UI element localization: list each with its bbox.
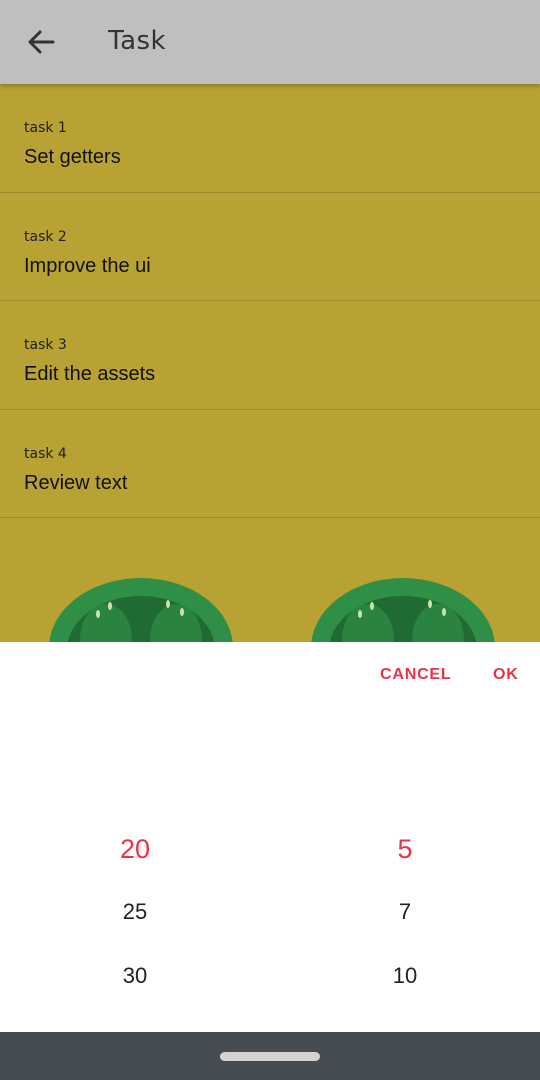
picker-sheet: CANCEL OK 20 25 30 5 7 10 [0, 642, 540, 1032]
task-label: task 4 [24, 445, 67, 462]
task-item[interactable]: task 2 Improve the ui [0, 193, 540, 301]
picker-option[interactable]: 7 [270, 899, 540, 964]
task-item[interactable]: task 3 Edit the assets [0, 301, 540, 410]
picker-option[interactable]: 25 [0, 899, 270, 964]
task-list: task 1 Set getters task 2 Improve the ui… [0, 84, 540, 518]
task-item[interactable]: task 1 Set getters [0, 84, 540, 193]
picker-option[interactable]: 20 [0, 834, 270, 899]
page-title: Task [108, 26, 167, 56]
task-text: Review text [24, 471, 128, 494]
tomato-illustrations [0, 518, 540, 642]
picker-column-right[interactable]: 5 7 10 [270, 834, 540, 1028]
cancel-button[interactable]: CANCEL [380, 666, 451, 684]
picker-option[interactable]: 10 [270, 963, 540, 1028]
task-label: task 1 [24, 120, 67, 136]
tomato-illustration [49, 578, 233, 642]
task-text: Set getters [24, 146, 121, 168]
task-text: Edit the assets [24, 363, 156, 385]
task-label: task 2 [24, 228, 67, 245]
app-bar: Task [0, 0, 540, 84]
tomato-illustration [311, 578, 495, 642]
task-label: task 3 [24, 337, 67, 353]
task-item[interactable]: task 4 Review text [0, 410, 540, 518]
ok-button[interactable]: OK [493, 666, 519, 684]
system-nav-bar [0, 1032, 540, 1080]
home-handle[interactable] [220, 1052, 320, 1061]
back-button[interactable] [18, 20, 64, 64]
task-text: Improve the ui [24, 254, 151, 277]
picker-option[interactable]: 30 [0, 963, 270, 1028]
back-arrow-icon [28, 30, 55, 54]
picker-column-left[interactable]: 20 25 30 [0, 834, 270, 1028]
picker-option[interactable]: 5 [270, 834, 540, 899]
